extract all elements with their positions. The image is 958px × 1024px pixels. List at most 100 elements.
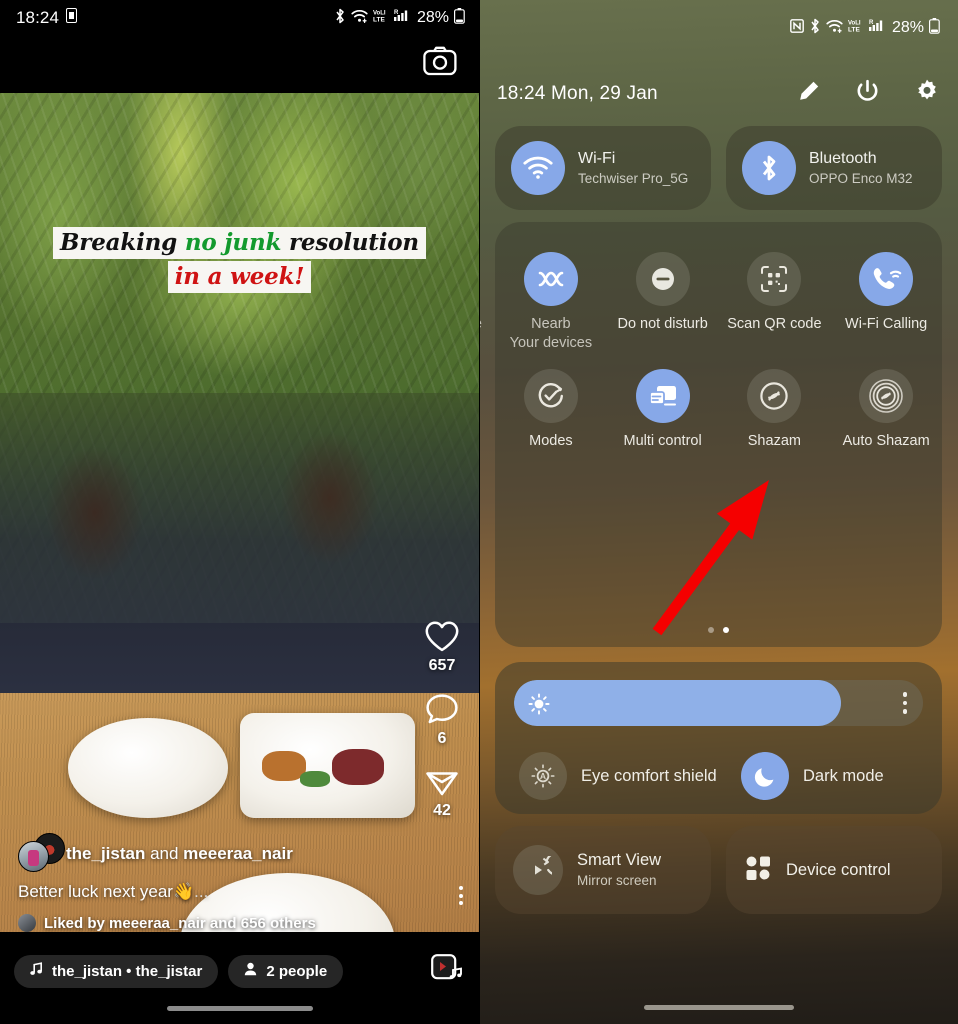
modes-icon[interactable] bbox=[523, 369, 578, 423]
dnd-icon[interactable] bbox=[635, 252, 690, 306]
wifi-calling-label: Wi-Fi Calling bbox=[845, 316, 928, 332]
brightness-slider-fill bbox=[514, 680, 842, 726]
multi-control-tile[interactable]: Multi control bbox=[607, 361, 719, 451]
nearby-share-label: Nearb bbox=[531, 316, 571, 332]
audio-thumbnail-icon[interactable] bbox=[431, 954, 465, 988]
bluetooth-icon[interactable] bbox=[742, 141, 796, 195]
quick-settings-datetime[interactable]: 18:24 Mon, 29 Jan bbox=[497, 83, 658, 105]
brightness-more-vertical-icon[interactable] bbox=[902, 692, 907, 714]
battery-percent-label: 28% bbox=[891, 19, 924, 36]
wifi-tile[interactable]: Wi-Fi Techwiser Pro_5G bbox=[495, 126, 711, 210]
avatar-group bbox=[18, 833, 66, 872]
post-authors[interactable]: the_jistan and meeeraa_nair bbox=[18, 833, 463, 872]
moon-icon[interactable] bbox=[741, 752, 789, 800]
multi-control-icon[interactable] bbox=[635, 369, 690, 423]
pane-divider bbox=[479, 0, 480, 1024]
wifi-icon bbox=[826, 19, 843, 38]
display-options-row: A Eye comfort shield Dark mode bbox=[495, 746, 942, 806]
shazam-icon[interactable] bbox=[747, 369, 802, 423]
multi-control-label: Multi control bbox=[623, 433, 702, 449]
nearby-share-icon[interactable] bbox=[523, 252, 578, 306]
page-indicator[interactable] bbox=[495, 627, 942, 633]
page-dot[interactable] bbox=[708, 627, 714, 633]
signal-roaming-icon: R bbox=[868, 18, 885, 38]
eye-comfort-icon[interactable]: A bbox=[519, 752, 567, 800]
camera-icon[interactable] bbox=[423, 46, 457, 81]
comment-button[interactable]: 6 bbox=[425, 693, 459, 748]
share-count: 42 bbox=[433, 802, 451, 819]
device-control-label: Device control bbox=[786, 860, 891, 879]
brightness-slider[interactable] bbox=[514, 680, 923, 726]
scan-qr-code-tile[interactable]: Scan QR code bbox=[719, 244, 831, 353]
brightness-sun-icon bbox=[528, 693, 550, 720]
scan-qr-code-label: Scan QR code bbox=[727, 316, 822, 332]
eye-comfort-shield-label: Eye comfort shield bbox=[581, 766, 717, 785]
modes-tile[interactable]: Modes bbox=[495, 361, 607, 451]
share-button[interactable]: 42 bbox=[425, 766, 459, 820]
brightness-card: A Eye comfort shield Dark mode bbox=[495, 662, 942, 814]
dark-mode-toggle[interactable]: Dark mode bbox=[735, 752, 884, 800]
battery-icon bbox=[929, 17, 940, 39]
comment-icon bbox=[426, 694, 458, 724]
people-chip[interactable]: 2 people bbox=[228, 954, 344, 988]
smart-view-label: Smart View bbox=[577, 851, 662, 869]
quick-settings-pane: VoLI LTE R 28% 18:24 Mon, 29 Jan Wi-Fi T… bbox=[479, 0, 958, 1024]
page-dot-active[interactable] bbox=[723, 627, 729, 633]
bluetooth-icon bbox=[809, 18, 821, 39]
audio-chip[interactable]: the_jistan • the_jistar bbox=[14, 954, 219, 988]
device-control-tile[interactable]: Device control bbox=[726, 826, 942, 914]
liked-by-row[interactable]: Liked by meeeraa_nair and 656 others bbox=[18, 914, 316, 932]
nfc-icon bbox=[790, 18, 804, 38]
photo-plate bbox=[240, 713, 415, 818]
shazam-tile[interactable]: Shazam bbox=[719, 361, 831, 451]
smart-view-tile[interactable]: Smart View Mirror screen bbox=[495, 826, 711, 914]
sim-icon bbox=[66, 8, 78, 28]
wifi-icon bbox=[351, 9, 368, 28]
edit-pencil-icon[interactable] bbox=[796, 79, 821, 109]
dark-mode-label: Dark mode bbox=[803, 766, 884, 785]
bluetooth-tile[interactable]: Bluetooth OPPO Enco M32 bbox=[726, 126, 942, 210]
author-primary[interactable]: the_jistan bbox=[66, 844, 145, 863]
device-control-icon[interactable] bbox=[744, 854, 772, 887]
do-not-disturb-tile[interactable]: Do not disturb bbox=[607, 244, 719, 353]
home-indicator[interactable] bbox=[643, 1005, 794, 1010]
overlay-text-line-2: in a week! bbox=[167, 261, 312, 293]
status-bar-clock: 18:24 bbox=[16, 8, 60, 27]
qr-code-icon[interactable] bbox=[747, 252, 802, 306]
auto-shazam-tile[interactable]: Auto Shazam bbox=[830, 361, 942, 451]
nearby-share-tile[interactable]: re Nearb Your devices bbox=[479, 244, 607, 353]
author-secondary[interactable]: meeeraa_nair bbox=[183, 844, 293, 863]
smart-view-icon[interactable] bbox=[513, 845, 563, 895]
avatar bbox=[18, 841, 49, 872]
heart-icon bbox=[425, 621, 459, 652]
screenshot-root: 18:24 VoLI LTE R 28% Breaking no junk re… bbox=[0, 0, 958, 1024]
auto-shazam-icon[interactable] bbox=[859, 369, 914, 423]
smart-view-sublabel: Mirror screen bbox=[577, 873, 657, 888]
liked-by-avatar bbox=[18, 914, 36, 932]
more-vertical-icon[interactable] bbox=[459, 880, 463, 905]
svg-text:LTE: LTE bbox=[848, 27, 860, 34]
quick-settings-status-bar: VoLI LTE R 28% bbox=[479, 0, 958, 56]
post-meta: the_jistan and meeeraa_nair Better luck … bbox=[0, 833, 479, 932]
home-indicator[interactable] bbox=[166, 1006, 313, 1011]
wifi-calling-tile[interactable]: Wi-Fi Calling bbox=[830, 244, 942, 353]
overlay-text-highlight: no junk bbox=[184, 229, 282, 256]
caption-more-link[interactable]: ... bbox=[194, 882, 208, 901]
share-icon bbox=[426, 772, 458, 796]
wifi-calling-icon[interactable] bbox=[859, 252, 914, 306]
settings-gear-icon[interactable] bbox=[914, 78, 940, 109]
post-text-overlay: Breaking no junk resolution in a week! bbox=[0, 227, 479, 293]
eye-comfort-shield-toggle[interactable]: A Eye comfort shield bbox=[495, 752, 735, 800]
music-note-icon bbox=[30, 962, 43, 980]
bluetooth-tile-sublabel: OPPO Enco M32 bbox=[809, 170, 913, 186]
power-icon[interactable] bbox=[855, 79, 880, 109]
person-icon bbox=[244, 962, 257, 980]
author-joiner: and bbox=[145, 844, 184, 863]
wifi-tile-label: Wi-Fi bbox=[578, 149, 616, 167]
wifi-icon[interactable] bbox=[511, 141, 565, 195]
post-caption[interactable]: Better luck next year👋... bbox=[18, 880, 316, 903]
signal-bars-icon: R bbox=[393, 8, 410, 28]
post-action-rail: 657 6 42 bbox=[405, 620, 479, 820]
overlay-text-line-1: Breaking no junk resolution bbox=[53, 227, 426, 259]
like-button[interactable]: 657 bbox=[424, 620, 460, 675]
